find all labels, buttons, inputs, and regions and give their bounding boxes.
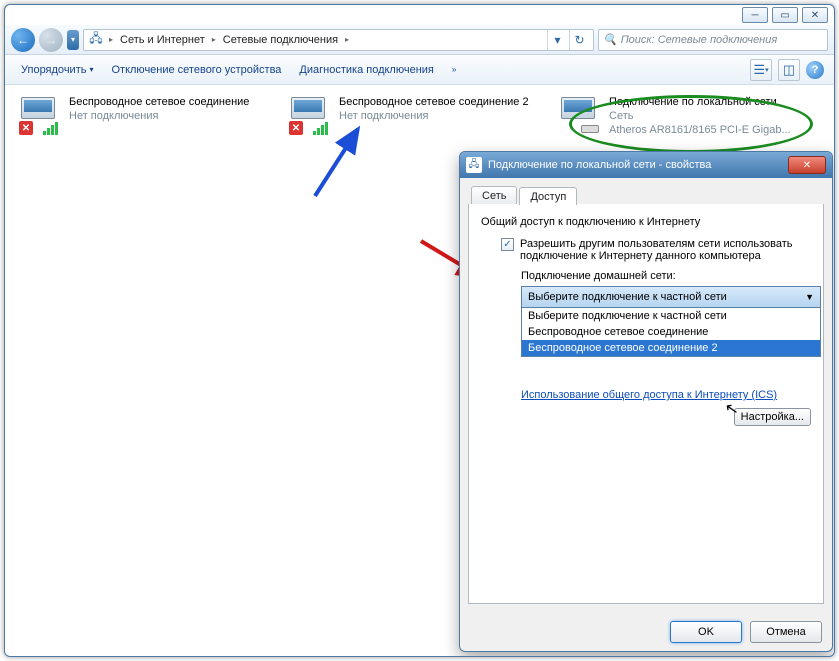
maximize-button[interactable]: ▭ xyxy=(772,7,798,23)
diagnose-button[interactable]: Диагностика подключения xyxy=(293,60,439,80)
breadcrumb-segment[interactable]: Сетевые подключения xyxy=(221,34,340,46)
dialog-close-button[interactable]: ✕ xyxy=(788,156,826,174)
close-button[interactable]: ✕ xyxy=(802,7,828,23)
minimize-button[interactable]: ─ xyxy=(742,7,768,23)
cancel-button[interactable]: Отмена xyxy=(750,621,822,643)
share-connection-label: Разрешить другим пользователям сети испо… xyxy=(520,238,810,262)
combo-option[interactable]: Выберите подключение к частной сети xyxy=(522,308,820,324)
home-network-combo[interactable]: Выберите подключение к частной сети ▼ xyxy=(521,286,821,308)
connection-item-wifi-1[interactable]: ✕ Беспроводное сетевое соединение Нет по… xyxy=(13,93,273,139)
settings-button[interactable]: Настройка... xyxy=(734,408,811,426)
network-icon: 🖧 xyxy=(88,32,104,48)
view-options-button[interactable]: ☰▾ xyxy=(750,59,772,81)
properties-dialog: 🖧 Подключение по локальной сети - свойст… xyxy=(459,151,833,652)
disable-device-button[interactable]: Отключение сетевого устройства xyxy=(105,60,287,80)
chevron-down-icon: ▼ xyxy=(805,292,814,302)
organize-menu[interactable]: Упорядочить▾ xyxy=(15,60,99,80)
group-title: Общий доступ к подключению к Интернету xyxy=(481,216,811,228)
wifi-icon: ✕ xyxy=(15,95,63,135)
dialog-icon: 🖧 xyxy=(466,157,482,173)
lan-icon xyxy=(555,95,603,135)
search-icon: 🔍 xyxy=(603,33,617,46)
tab-access[interactable]: Доступ xyxy=(519,187,577,205)
nav-forward-button[interactable]: → xyxy=(39,28,63,52)
tab-network[interactable]: Сеть xyxy=(471,186,517,204)
share-connection-checkbox[interactable] xyxy=(501,238,514,251)
home-network-label: Подключение домашней сети: xyxy=(521,270,811,282)
search-input[interactable]: 🔍 Поиск: Сетевые подключения xyxy=(598,29,828,51)
toolbar-overflow[interactable]: » xyxy=(446,61,462,78)
ok-button[interactable]: OK xyxy=(670,621,742,643)
connection-item-lan[interactable]: Подключение по локальной сети Сеть Ather… xyxy=(553,93,813,139)
nav-history-dropdown[interactable]: ▾ xyxy=(67,30,79,50)
breadcrumb-segment[interactable]: Сеть и Интернет xyxy=(118,34,207,46)
ics-help-link[interactable]: Использование общего доступа к Интернету… xyxy=(521,388,811,402)
connection-item-wifi-2[interactable]: ✕ Беспроводное сетевое соединение 2 Нет … xyxy=(283,93,543,139)
nav-back-button[interactable]: ← xyxy=(11,28,35,52)
allow-control-checkbox[interactable] xyxy=(501,309,514,322)
preview-pane-button[interactable]: ◫ xyxy=(778,59,800,81)
address-dropdown[interactable]: ▾ xyxy=(547,30,567,50)
address-bar[interactable]: 🖧 ▸ Сеть и Интернет ▸ Сетевые подключени… xyxy=(83,29,594,51)
dialog-title: Подключение по локальной сети - свойства xyxy=(488,159,711,171)
wifi-icon: ✕ xyxy=(285,95,333,135)
refresh-button[interactable]: ↻ xyxy=(569,30,589,50)
help-button[interactable]: ? xyxy=(806,61,824,79)
